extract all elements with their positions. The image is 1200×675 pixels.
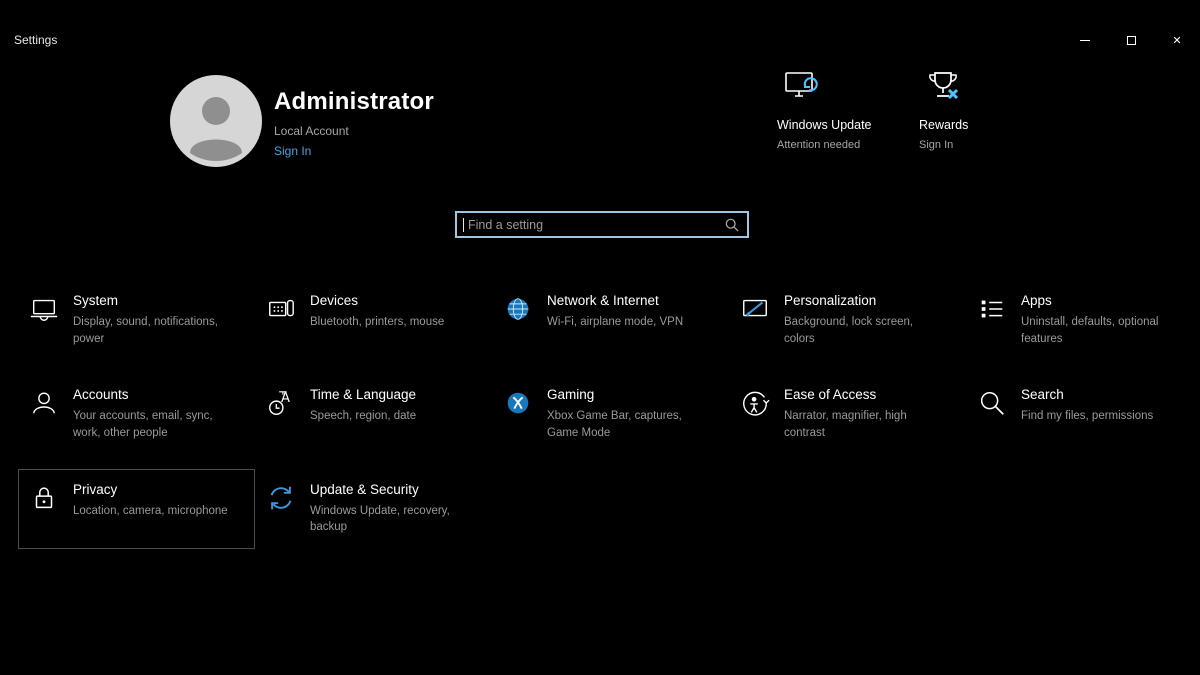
search-category-icon <box>977 388 1007 418</box>
tile-title: Time & Language <box>310 387 470 402</box>
tile-title: Gaming <box>547 387 707 402</box>
tile-title: Search <box>1021 387 1181 402</box>
tile-subtitle: Xbox Game Bar, captures, Game Mode <box>547 408 707 441</box>
tile-title: Accounts <box>73 387 233 402</box>
tile-title: System <box>73 293 233 308</box>
tile-gaming[interactable]: Gaming Xbox Game Bar, captures, Game Mod… <box>492 374 729 454</box>
avatar <box>170 75 262 167</box>
tile-subtitle: Your accounts, email, sync, work, other … <box>73 408 233 441</box>
tile-subtitle: Windows Update, recovery, backup <box>310 503 470 536</box>
tile-title: Apps <box>1021 293 1181 308</box>
rewards-status: Sign In <box>919 139 1069 151</box>
windows-update-label: Windows Update <box>777 118 927 132</box>
tile-update-security[interactable]: Update & Security Windows Update, recove… <box>255 469 492 549</box>
tile-ease-of-access[interactable]: Ease of Access Narrator, magnifier, high… <box>729 374 966 454</box>
network-icon <box>503 294 533 324</box>
minimize-icon <box>1080 40 1090 41</box>
search-input[interactable] <box>464 218 725 232</box>
settings-window: Settings ✕ Administrator Local Account S… <box>0 0 1200 675</box>
tile-title: Devices <box>310 293 470 308</box>
ease-of-access-icon <box>740 388 770 418</box>
windows-update-icon <box>781 66 821 106</box>
tile-subtitle: Location, camera, microphone <box>73 503 233 520</box>
close-button[interactable]: ✕ <box>1154 26 1200 54</box>
maximize-button[interactable] <box>1108 26 1154 54</box>
window-controls: ✕ <box>1062 26 1200 54</box>
search-box <box>455 211 749 238</box>
tile-apps[interactable]: Apps Uninstall, defaults, optional featu… <box>966 280 1200 360</box>
person-icon <box>170 75 262 167</box>
rewards-icon <box>923 66 963 106</box>
rewards-quicklink[interactable]: Rewards Sign In <box>919 66 1069 151</box>
tile-subtitle: Find my files, permissions <box>1021 408 1181 425</box>
tile-subtitle: Narrator, magnifier, high contrast <box>784 408 944 441</box>
titlebar: Settings ✕ <box>0 26 1200 54</box>
tile-subtitle: Bluetooth, printers, mouse <box>310 314 470 331</box>
tile-subtitle: Background, lock screen, colors <box>784 314 944 347</box>
account-type: Local Account <box>274 124 434 138</box>
tile-title: Personalization <box>784 293 944 308</box>
sign-in-link[interactable]: Sign In <box>274 144 434 158</box>
time-language-icon: A <box>266 388 296 418</box>
accounts-icon <box>29 388 59 418</box>
tile-title: Ease of Access <box>784 387 944 402</box>
close-icon: ✕ <box>1172 34 1181 47</box>
window-title: Settings <box>14 33 57 47</box>
windows-update-quicklink[interactable]: Windows Update Attention needed <box>777 66 927 151</box>
tile-title: Network & Internet <box>547 293 707 308</box>
apps-icon <box>977 294 1007 324</box>
tile-subtitle: Wi-Fi, airplane mode, VPN <box>547 314 707 331</box>
search-icon[interactable] <box>725 218 739 232</box>
gaming-icon <box>503 388 533 418</box>
tile-title: Privacy <box>73 482 233 497</box>
system-icon <box>29 294 59 324</box>
minimize-button[interactable] <box>1062 26 1108 54</box>
devices-icon <box>266 294 296 324</box>
tile-accounts[interactable]: Accounts Your accounts, email, sync, wor… <box>18 374 255 454</box>
tile-time-language[interactable]: A Time & Language Speech, region, date <box>255 374 492 454</box>
tile-title: Update & Security <box>310 482 470 497</box>
tile-devices[interactable]: Devices Bluetooth, printers, mouse <box>255 280 492 360</box>
privacy-icon <box>29 483 59 513</box>
tile-system[interactable]: System Display, sound, notifications, po… <box>18 280 255 360</box>
maximize-icon <box>1127 36 1136 45</box>
rewards-label: Rewards <box>919 118 1069 132</box>
tile-subtitle: Speech, region, date <box>310 408 470 425</box>
account-name: Administrator <box>274 88 434 116</box>
update-security-icon <box>266 483 296 513</box>
tile-privacy[interactable]: Privacy Location, camera, microphone <box>18 469 255 549</box>
settings-category-grid: System Display, sound, notifications, po… <box>18 280 1198 549</box>
tile-subtitle: Display, sound, notifications, power <box>73 314 233 347</box>
tile-search[interactable]: Search Find my files, permissions <box>966 374 1200 454</box>
tile-network-internet[interactable]: Network & Internet Wi-Fi, airplane mode,… <box>492 280 729 360</box>
account-info: Administrator Local Account Sign In <box>274 88 434 158</box>
windows-update-status: Attention needed <box>777 139 927 151</box>
personalization-icon <box>740 294 770 324</box>
tile-subtitle: Uninstall, defaults, optional features <box>1021 314 1181 347</box>
tile-personalization[interactable]: Personalization Background, lock screen,… <box>729 280 966 360</box>
